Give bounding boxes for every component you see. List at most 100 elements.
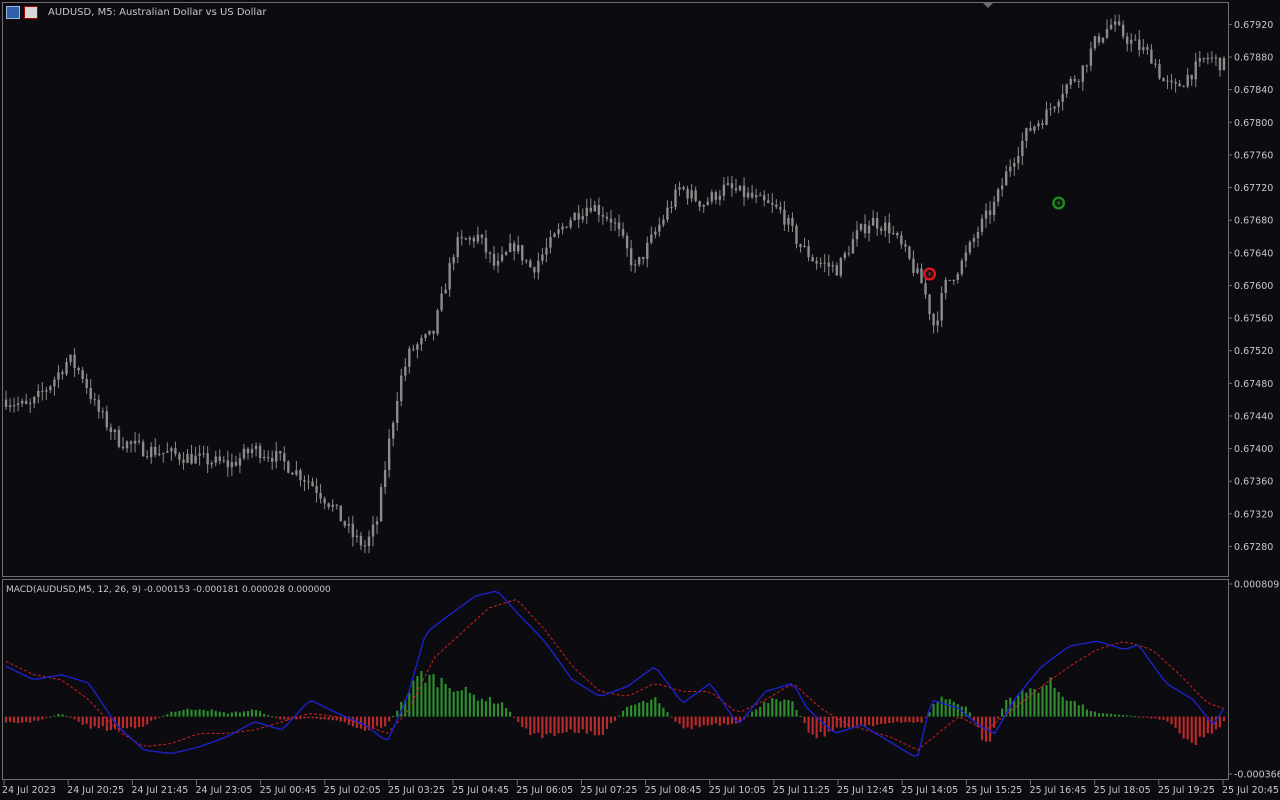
macd-histogram-bar (722, 716, 725, 724)
macd-histogram-bar (1053, 687, 1056, 717)
macd-histogram-bar (613, 716, 617, 721)
macd-histogram-bar (129, 716, 133, 728)
macd-histogram-bar (77, 716, 80, 722)
price-tick-label: 0.67840 (1234, 85, 1273, 96)
macd-histogram-bar (17, 716, 20, 724)
macd-histogram-bar (125, 716, 129, 729)
macd-histogram-bar (178, 710, 181, 717)
macd-histogram-bar (1174, 716, 1177, 728)
macd-histogram-bar (210, 709, 213, 717)
price-tick-label: 0.67360 (1234, 477, 1273, 488)
macd-histogram-bar (146, 716, 149, 725)
macd-histogram-bar (190, 709, 193, 717)
macd-histogram-bar (258, 711, 262, 717)
macd-histogram-bar (331, 716, 334, 721)
time-tick-label: 25 Jul 11:25 (773, 785, 830, 796)
macd-histogram-bar (194, 709, 197, 717)
time-tick-label: 25 Jul 03:25 (388, 785, 445, 796)
macd-histogram-bar (174, 711, 177, 717)
macd-histogram-bar (392, 715, 395, 717)
macd-histogram-bar (638, 702, 641, 717)
macd-histogram-bar (880, 716, 883, 724)
macd-histogram-bar (133, 716, 137, 729)
price-tick-label: 0.67480 (1234, 379, 1273, 390)
macd-tick-label: 0.000809 (1234, 580, 1279, 591)
macd-histogram-bar (170, 711, 173, 717)
macd-histogram-bar (484, 701, 488, 717)
macd-histogram-bar (847, 716, 851, 728)
macd-histogram-bar (924, 716, 927, 718)
macd-histogram-bar (791, 701, 794, 717)
price-candle (573, 211, 576, 221)
macd-histogram-bar (307, 716, 310, 719)
buy-signal-marker[interactable]: 0 (1052, 196, 1066, 210)
macd-histogram-bar (214, 710, 217, 717)
macd-histogram-bar (597, 716, 600, 736)
macd-histogram-bar (948, 699, 951, 717)
macd-histogram-bar (1166, 716, 1169, 722)
macd-histogram-bar (1085, 709, 1088, 717)
macd-histogram-bar (630, 705, 633, 717)
macd-tick-label: -0.000366 (1234, 770, 1280, 781)
macd-histogram-bar (775, 699, 778, 717)
macd-histogram-bar (456, 691, 459, 717)
macd-histogram-bar (1218, 716, 1222, 728)
macd-histogram-bar (956, 704, 959, 717)
macd-histogram-bar (375, 716, 379, 726)
price-candle (960, 258, 964, 277)
macd-histogram-bar (158, 716, 161, 718)
price-tick-label: 0.67760 (1234, 150, 1273, 161)
price-candle (1222, 56, 1226, 71)
macd-histogram-bar (617, 715, 621, 717)
macd-histogram-bar (186, 708, 189, 717)
macd-histogram-bar (319, 716, 322, 720)
macd-histogram-bar (855, 716, 859, 726)
macd-histogram-bar (182, 709, 185, 717)
price-candle (287, 460, 290, 474)
macd-histogram-bar (1158, 716, 1161, 720)
macd-histogram-bar (561, 716, 564, 734)
macd-histogram-bar (45, 716, 48, 718)
chart-window-icon[interactable] (6, 6, 20, 19)
macd-histogram-bar (549, 716, 552, 734)
time-tick-label: 24 Jul 23:05 (195, 785, 252, 796)
macd-histogram-bar (1093, 711, 1097, 717)
macd-histogram-bar (944, 699, 947, 717)
macd-histogram-bar (1025, 692, 1028, 717)
macd-histogram-bar (444, 683, 447, 717)
chart-properties-icon[interactable] (24, 6, 38, 19)
macd-histogram-bar (1142, 716, 1145, 718)
macd-histogram-bar (1101, 713, 1105, 717)
time-tick-label: 25 Jul 08:45 (645, 785, 702, 796)
macd-histogram-bar (1041, 686, 1044, 717)
macd-histogram-bar (513, 716, 516, 718)
macd-histogram-bar (662, 707, 665, 717)
macd-histogram-bar (1118, 714, 1121, 717)
macd-histogram-bar (1045, 685, 1048, 717)
macd-histogram-bar (154, 716, 157, 720)
macd-histogram-bar (763, 701, 766, 717)
macd-histogram-bar (553, 716, 556, 737)
macd-histogram-bar (993, 716, 996, 728)
macd-histogram-bar (609, 716, 613, 724)
macd-histogram-bar (698, 716, 701, 728)
macd-histogram-bar (674, 716, 677, 722)
macd-histogram-bar (831, 716, 834, 732)
macd-histogram-bar (807, 716, 810, 733)
macd-histogram-bar (581, 716, 584, 730)
macd-histogram-bar (1182, 716, 1185, 739)
macd-histogram-bar (573, 716, 576, 733)
macd-histogram-bar (658, 703, 661, 717)
sell-signal-marker[interactable]: 0 (923, 267, 937, 281)
macd-histogram-bar (448, 688, 451, 717)
macd-histogram-bar (49, 716, 52, 718)
macd-histogram-bar (557, 716, 560, 734)
macd-histogram-bar (73, 716, 76, 720)
macd-histogram-bar (371, 716, 375, 729)
macd-histogram-bar (517, 716, 520, 722)
macd-histogram-bar (303, 716, 306, 719)
macd-histogram-bar (577, 716, 580, 734)
macd-histogram-bar (952, 701, 955, 717)
macd-histogram-bar (1029, 688, 1032, 717)
time-tick-label: 25 Jul 15:25 (965, 785, 1022, 796)
